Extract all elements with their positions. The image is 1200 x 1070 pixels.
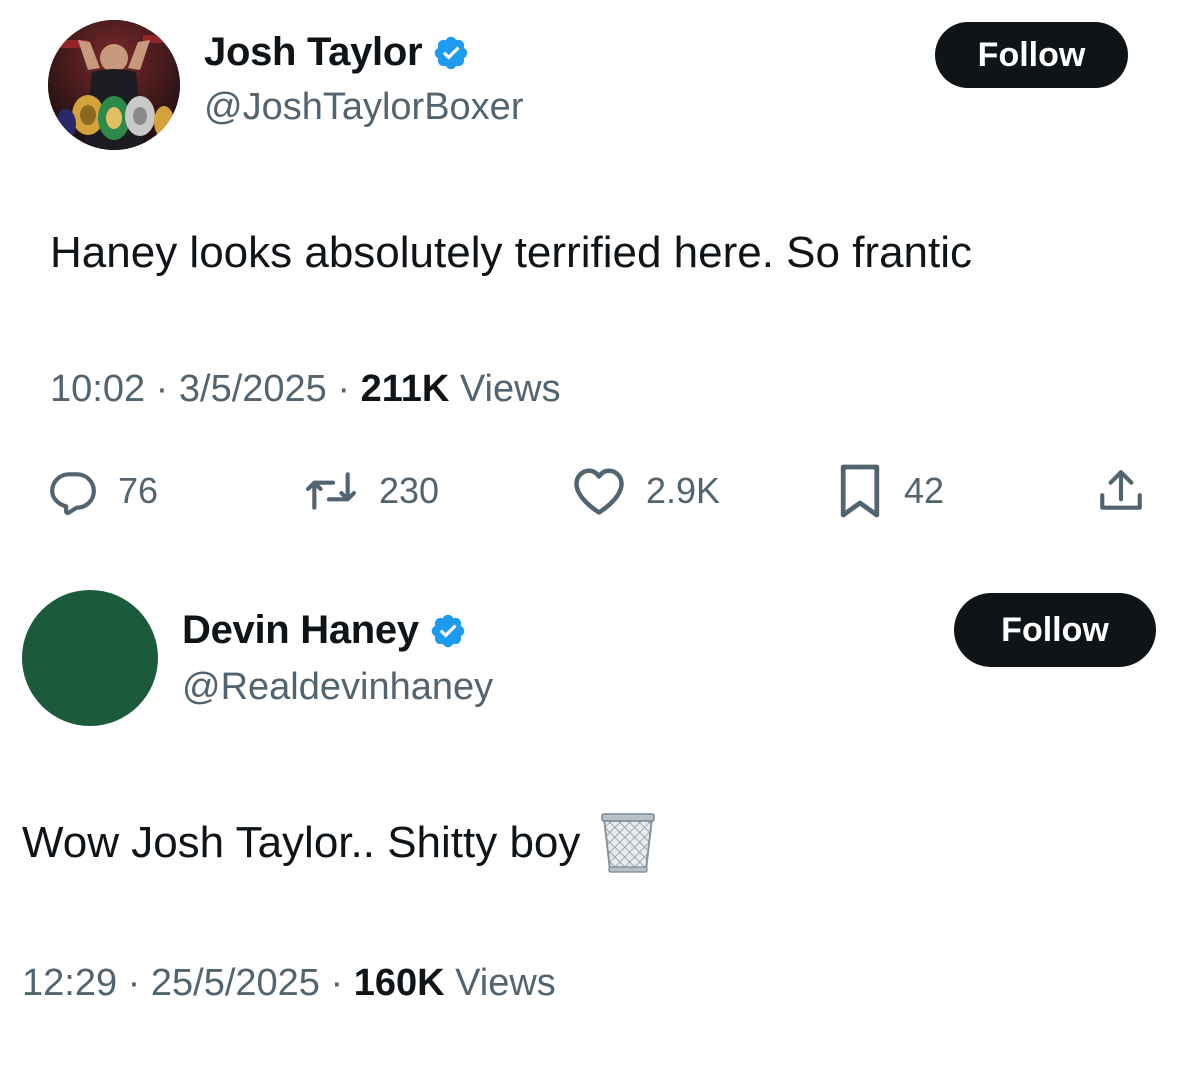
wastebasket-emoji-icon xyxy=(601,813,656,873)
author-name[interactable]: Devin Haney xyxy=(182,608,419,653)
tweet-text: Wow Josh Taylor.. Shitty boy xyxy=(22,818,581,867)
tweet-date[interactable]: 25/5/2025 xyxy=(151,962,320,1004)
share-action[interactable] xyxy=(1096,460,1146,522)
separator: · xyxy=(155,368,179,410)
repost-count: 230 xyxy=(379,470,440,511)
bookmark-count: 42 xyxy=(904,470,945,511)
reply-count: 76 xyxy=(118,470,159,511)
tweet-text-row: Wow Josh Taylor.. Shitty boy xyxy=(22,812,656,874)
views-label: Views xyxy=(459,368,561,410)
reply-icon xyxy=(50,472,96,516)
separator: · xyxy=(330,962,354,1004)
author-handle[interactable]: @Realdevinhaney xyxy=(182,666,493,709)
avatar-photo xyxy=(48,20,180,150)
author-name[interactable]: Josh Taylor xyxy=(204,30,423,75)
separator: · xyxy=(127,962,151,1004)
verified-badge-icon xyxy=(435,36,468,69)
follow-button[interactable]: Follow xyxy=(935,22,1128,88)
tweet-text: Haney looks absolutely terrified here. S… xyxy=(50,228,973,277)
follow-button[interactable]: Follow xyxy=(954,593,1156,667)
like-count: 2.9K xyxy=(646,470,721,511)
heart-icon xyxy=(574,468,624,515)
separator: · xyxy=(337,368,361,410)
repost-icon xyxy=(306,472,356,510)
author-handle[interactable]: @JoshTaylorBoxer xyxy=(204,86,523,129)
bookmark-icon xyxy=(840,464,880,518)
bookmark-action[interactable]: 42 xyxy=(836,460,944,522)
tweet-josh-taylor: Josh Taylor @JoshTaylorBoxer Follow Hane… xyxy=(0,0,1200,560)
share-icon xyxy=(1100,470,1142,510)
tweet-time[interactable]: 12:29 xyxy=(22,962,117,1004)
reply-action[interactable]: 76 xyxy=(48,460,158,522)
views-count: 211K xyxy=(360,368,460,410)
author-name-row: Josh Taylor xyxy=(204,30,470,75)
tweet-devin-haney: Devin Haney @Realdevinhaney Follow Wow J… xyxy=(0,580,1200,1070)
verified-badge-icon xyxy=(431,614,465,647)
views-label: Views xyxy=(455,962,556,1004)
avatar[interactable] xyxy=(48,20,180,150)
tweet-metadata: 10:02 · 3/5/2025 · 211K Views xyxy=(50,368,561,411)
tweet-date[interactable]: 3/5/2025 xyxy=(179,368,327,410)
action-bar: 76 230 2.9K 42 xyxy=(0,460,1200,530)
views-count: 160K xyxy=(353,962,456,1004)
avatar[interactable] xyxy=(22,590,158,726)
tweet-metadata: 12:29 · 25/5/2025 · 160K Views xyxy=(22,962,556,1005)
like-action[interactable]: 2.9K xyxy=(572,460,720,522)
tweet-time[interactable]: 10:02 xyxy=(50,368,145,410)
author-name-row: Devin Haney xyxy=(182,608,467,653)
repost-action[interactable]: 230 xyxy=(303,460,439,522)
